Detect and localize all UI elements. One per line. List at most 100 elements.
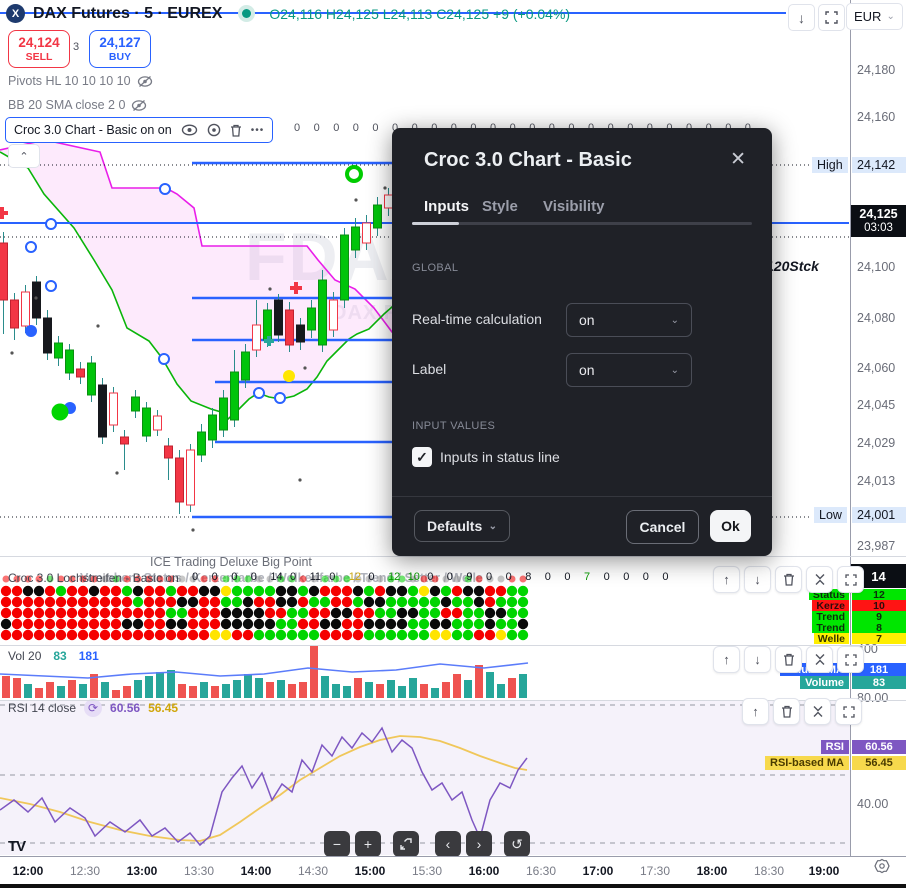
inputs-status-line-checkbox[interactable]: ✓ <box>412 447 432 467</box>
merge-pane-button[interactable] <box>806 566 833 593</box>
down-pane-button[interactable]: ↓ <box>744 566 771 593</box>
time-axis-label: 16:00 <box>469 864 500 878</box>
axis-settings-button[interactable] <box>874 858 890 879</box>
last-price-tag: 24,125 03:03 <box>851 205 906 237</box>
pane2-value-label: 12 <box>349 571 361 583</box>
price-axis-label: 24,080 <box>857 311 895 325</box>
time-axis[interactable]: 12:0012:3013:0013:3014:0014:3015:0015:30… <box>0 856 906 885</box>
bar-value-label: 0 <box>294 122 300 134</box>
maximize-chart-button[interactable] <box>393 831 419 857</box>
bar-value-label: 0 <box>372 122 378 134</box>
time-axis-label: 15:30 <box>412 864 442 878</box>
label-setting-select[interactable]: on ⌄ <box>566 353 692 387</box>
symbol-logo-icon[interactable]: X <box>6 4 25 23</box>
pane4-title-row[interactable]: RSI 14 close ⟳ 60.56 56.45 <box>8 699 178 717</box>
window-bottom-edge <box>0 884 906 888</box>
sell-label: SELL <box>26 51 53 63</box>
reset-chart-button[interactable]: ↺ <box>504 831 530 857</box>
last-price-value: 24,125 <box>859 207 897 222</box>
time-axis-label: 13:00 <box>127 864 158 878</box>
realtime-calc-value: on <box>579 312 595 328</box>
refresh-icon[interactable]: ⟳ <box>84 699 102 717</box>
price-axis-label: 24,060 <box>857 361 895 375</box>
scroll-to-recent-button[interactable]: ↓ <box>788 4 815 31</box>
pane3-title-row[interactable]: Vol 20 83 181 <box>8 649 99 663</box>
max-pane-button[interactable] <box>837 646 864 673</box>
order-quantity[interactable]: 3 <box>73 41 79 53</box>
merge-pane-button[interactable] <box>804 698 831 725</box>
tab-style[interactable]: Style <box>482 198 518 215</box>
legend-row-pivots[interactable]: Pivots HL 10 10 10 10 <box>8 74 153 88</box>
pane2-row-value: 8 <box>852 622 906 633</box>
buy-label: BUY <box>109 51 131 63</box>
volume-row-label: Volume <box>800 676 849 689</box>
trading-app-window: FDAX1! DAX Futures · 5 ICE Trading Delux… <box>0 0 906 888</box>
down-pane-button[interactable]: ↓ <box>744 646 771 673</box>
merge-pane-button[interactable] <box>806 646 833 673</box>
pane2-value-label: 0 <box>231 571 237 583</box>
pane2-value-label: 0 <box>604 571 610 583</box>
time-axis-label: 15:00 <box>355 864 386 878</box>
up-pane-button[interactable]: ↑ <box>713 566 740 593</box>
bar-countdown: 03:03 <box>864 222 893 236</box>
pane2-row-label: Trend <box>812 611 849 622</box>
tradingview-logo[interactable]: TV <box>8 838 25 855</box>
sell-button[interactable]: 24,124 SELL <box>8 30 70 68</box>
pane2-value-label: 12 <box>388 571 400 583</box>
volume-note-label: 120Stck <box>766 258 819 274</box>
pane2-value-label: 0 <box>290 571 296 583</box>
cancel-button[interactable]: Cancel <box>626 510 699 544</box>
collapse-legend-button[interactable]: ⌃ <box>8 144 40 168</box>
up-pane-button[interactable]: ↑ <box>713 646 740 673</box>
gear-icon <box>874 858 890 874</box>
scroll-left-button[interactable]: ‹ <box>435 831 461 857</box>
low-label: Low <box>814 507 847 523</box>
volume-ma-value: 181 <box>79 649 99 663</box>
up-pane-button[interactable]: ↑ <box>742 698 769 725</box>
trash-pane-button[interactable] <box>773 698 800 725</box>
bar-value-label: 0 <box>333 122 339 134</box>
dialog-footer-divider <box>392 496 772 497</box>
symbol-title[interactable]: DAX Futures · 5 · EUREX <box>33 5 222 23</box>
pane2-row-label: Kerze <box>812 600 849 611</box>
eye-off-icon[interactable] <box>131 99 147 112</box>
chevron-down-icon: ⌄ <box>886 11 894 22</box>
zoom-in-button[interactable]: + <box>355 831 381 857</box>
ok-button[interactable]: Ok <box>710 510 751 542</box>
down-arrow-icon: ↓ <box>798 10 805 26</box>
fullscreen-button[interactable] <box>818 4 845 31</box>
tab-inputs[interactable]: Inputs <box>424 198 469 215</box>
pane2-controls: ↑↓ <box>713 566 864 593</box>
chevron-down-icon: ⌄ <box>489 521 497 532</box>
market-status-icon[interactable] <box>242 9 251 18</box>
section-input-values: INPUT VALUES <box>412 420 495 432</box>
trash-pane-button[interactable] <box>775 566 802 593</box>
section-global: GLOBAL <box>412 262 458 274</box>
max-pane-button[interactable] <box>837 566 864 593</box>
pane-divider[interactable] <box>0 556 906 557</box>
realtime-calc-select[interactable]: on ⌄ <box>566 303 692 337</box>
ohlc-values: O24,116 H24,125 L24,113 C24,125 +9 (+0.0… <box>269 6 570 22</box>
max-pane-button[interactable] <box>835 698 862 725</box>
chevron-down-icon: ⌄ <box>671 315 679 326</box>
pane2-value-label: 10 <box>408 571 420 583</box>
zoom-out-button[interactable]: − <box>324 831 350 857</box>
legend-row-bb[interactable]: BB 20 SMA close 2 0 <box>8 98 147 112</box>
currency-dropdown[interactable]: EUR ⌄ <box>846 3 903 30</box>
buy-button[interactable]: 24,127 BUY <box>89 30 151 68</box>
pane2-row-value: 7 <box>852 633 906 644</box>
defaults-dropdown-button[interactable]: Defaults ⌄ <box>414 510 510 542</box>
pane2-value-label: 0 <box>564 571 570 583</box>
scroll-right-button[interactable]: › <box>466 831 492 857</box>
bar-value-label: 0 <box>353 122 359 134</box>
pane2-value-label: 0 <box>447 571 453 583</box>
time-axis-label: 19:00 <box>809 864 840 878</box>
pane2-value-label: 0 <box>506 571 512 583</box>
high-label: High <box>812 157 848 173</box>
trash-pane-button[interactable] <box>775 646 802 673</box>
eye-off-icon[interactable] <box>137 75 153 88</box>
tab-visibility[interactable]: Visibility <box>543 198 604 215</box>
time-axis-label: 18:30 <box>754 864 784 878</box>
dialog-close-button[interactable]: ✕ <box>730 148 746 171</box>
sell-price: 24,124 <box>18 35 59 51</box>
